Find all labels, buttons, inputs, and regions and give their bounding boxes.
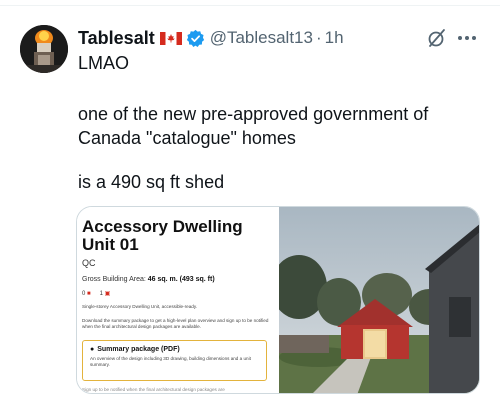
tweet-text-line: is a 490 sq ft shed — [78, 172, 225, 192]
avatar-image — [20, 25, 68, 73]
listing-footer-text: Sign up to be notified when the final ar… — [82, 387, 225, 392]
listing-title: Accessory Dwelling Unit 01 — [82, 217, 243, 254]
bathroom-count: 1 ▣ — [99, 291, 111, 297]
grok-icon[interactable] — [427, 28, 447, 48]
header-separator: · — [315, 28, 322, 47]
summary-package-title: ● Summary package (PDF) — [90, 346, 180, 353]
verified-badge-icon — [186, 29, 204, 47]
avatar[interactable] — [20, 25, 68, 73]
tweet-text-line: LMAO — [78, 53, 130, 73]
more-options-icon[interactable] — [455, 28, 479, 48]
house-rendering — [271, 207, 479, 393]
author-name[interactable]: Tablesalt — [78, 28, 155, 49]
canada-flag-icon — [159, 31, 182, 45]
listing-download-text: Download the summary package to get a hi… — [82, 318, 269, 329]
bed-icon: ■ — [87, 290, 91, 297]
summary-package-text: An overview of the design including 3D d… — [90, 356, 251, 367]
listing-rooms: 0 ■ 1 ▣ — [82, 290, 111, 298]
tweet-media-image[interactable]: Accessory Dwelling Unit 01 QC Gross Buil… — [76, 206, 480, 394]
bedroom-count: 0 ■ — [82, 290, 91, 297]
summary-package-box: ● Summary package (PDF) An overview of th… — [82, 340, 267, 381]
tweet-text-line: one of the new pre-approved government o… — [78, 104, 429, 124]
shed-rendering-image — [271, 207, 479, 393]
area-label: Gross Building Area: — [82, 276, 146, 283]
listing-description: Single-storey Accessory Dwelling Unit, a… — [82, 304, 198, 309]
area-value: 46 sq. m. (493 sq. ft) — [147, 276, 215, 283]
tweet-text-line: Canada "catalogue" homes — [78, 128, 296, 148]
author-handle[interactable]: @Tablesalt13 — [210, 28, 313, 48]
tweet-timestamp[interactable]: 1h — [325, 28, 344, 48]
top-divider — [0, 0, 500, 6]
bath-icon: ▣ — [104, 291, 111, 297]
catalogue-listing-screenshot: Accessory Dwelling Unit 01 QC Gross Buil… — [77, 207, 279, 393]
listing-area: Gross Building Area: 46 sq. m. (493 sq. … — [82, 276, 215, 283]
listing-province: QC — [82, 258, 96, 268]
